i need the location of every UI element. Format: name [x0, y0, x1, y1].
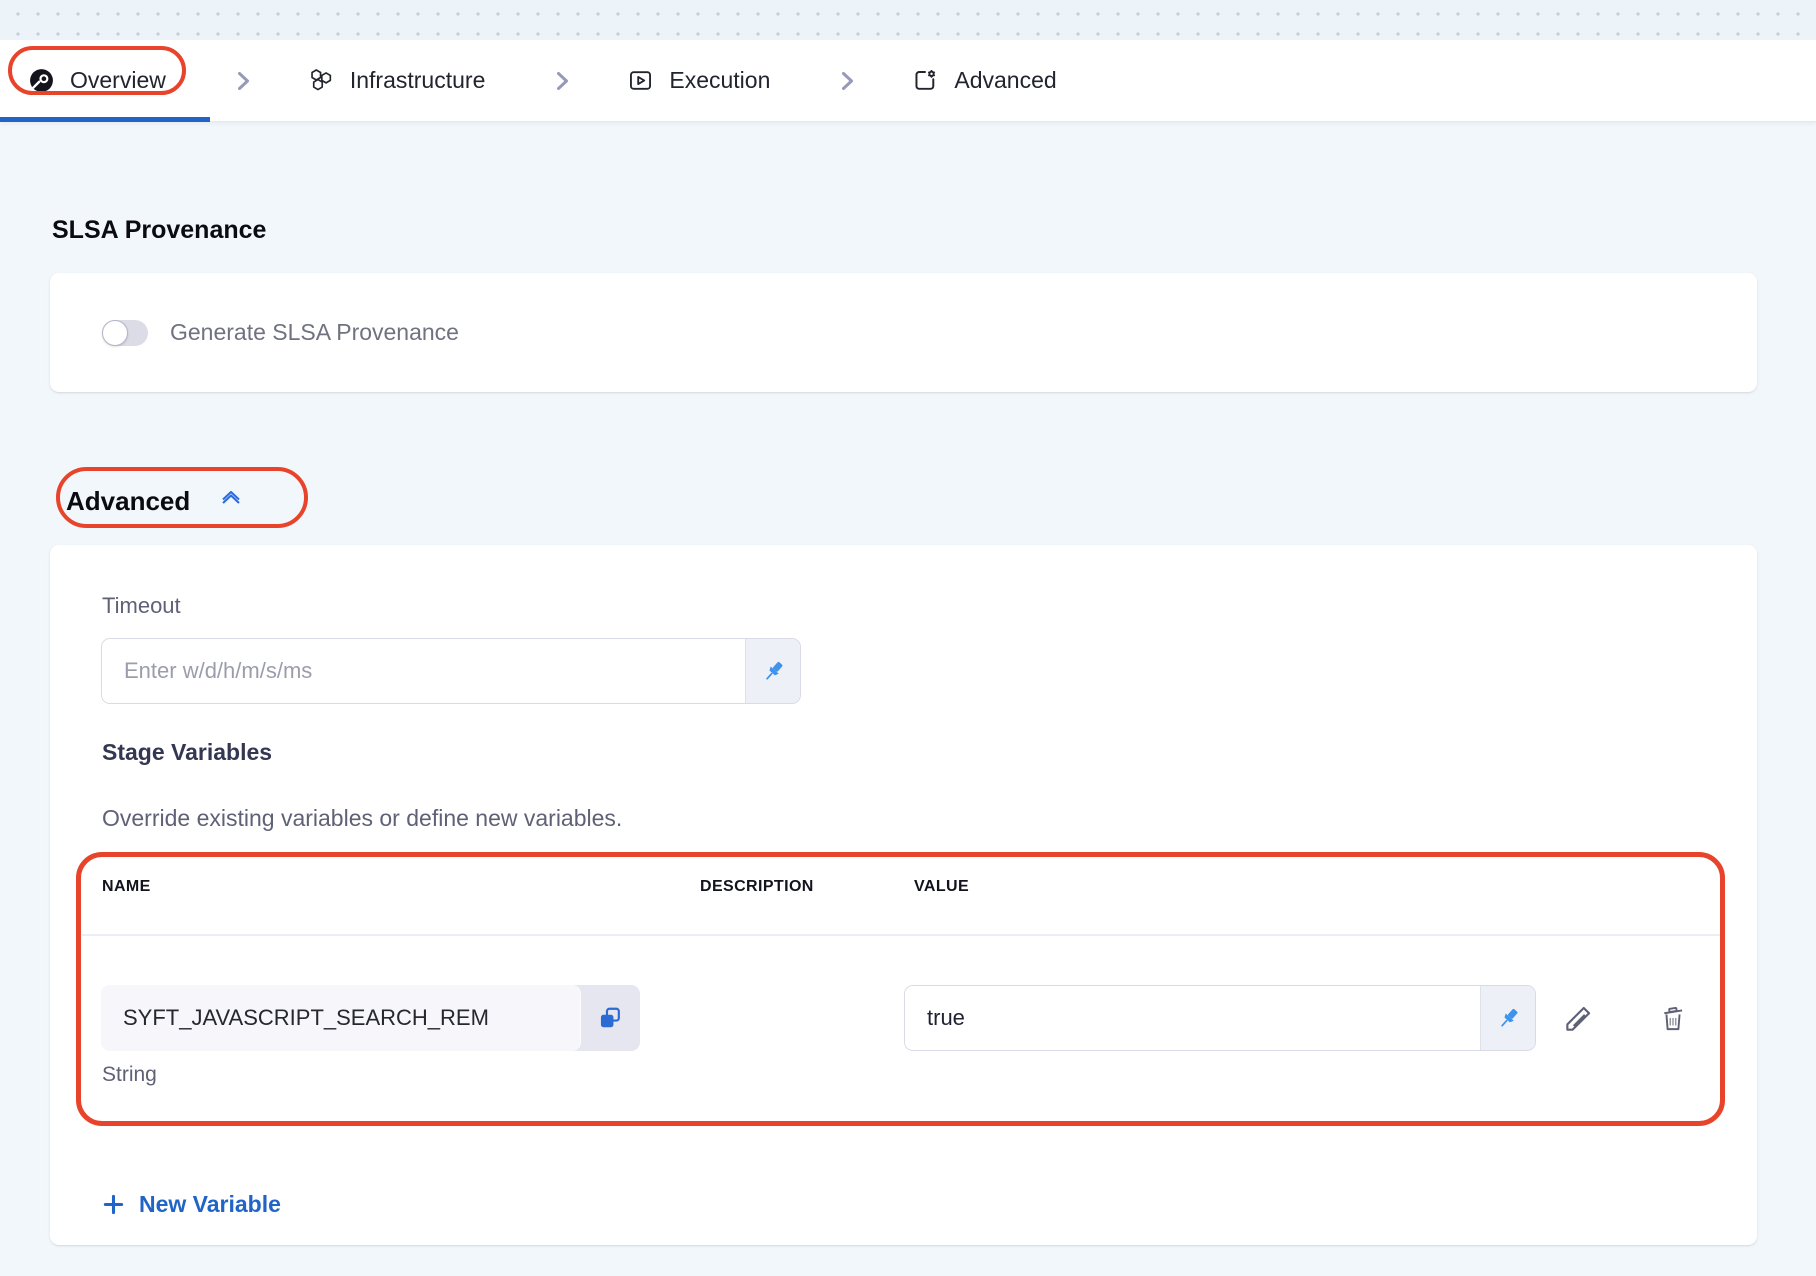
stage-configuration-page: Overview Infrastructure: [0, 0, 1816, 1276]
tab-overview-label: Overview: [70, 67, 166, 94]
plus-icon: [102, 1193, 125, 1216]
column-header-description: DESCRIPTION: [700, 878, 814, 896]
edit-variable-button[interactable]: [1558, 997, 1600, 1039]
dotted-background-strip: [0, 0, 1816, 40]
trash-icon: [1655, 1000, 1691, 1036]
generate-slsa-row: Generate SLSA Provenance: [102, 273, 459, 392]
variable-value-input[interactable]: [905, 986, 1480, 1050]
pin-icon: [1495, 1005, 1522, 1032]
execution-icon: [627, 67, 654, 94]
table-header-divider: [82, 934, 1720, 936]
chevron-up-icon[interactable]: [216, 485, 246, 518]
pin-icon: [760, 658, 787, 685]
tab-execution[interactable]: Execution: [627, 67, 770, 94]
variable-value-field: [904, 985, 1536, 1051]
advanced-section-title: Advanced: [66, 486, 190, 517]
new-variable-label: New Variable: [139, 1191, 281, 1218]
generate-slsa-label: Generate SLSA Provenance: [170, 319, 459, 346]
timeout-label: Timeout: [102, 593, 181, 619]
tab-infrastructure-label: Infrastructure: [350, 67, 486, 94]
stage-variables-heading: Stage Variables: [102, 739, 272, 766]
slsa-provenance-card: Generate SLSA Provenance: [50, 273, 1757, 392]
advanced-card: Timeout Stage Variables Override existin…: [50, 545, 1757, 1245]
toggle-knob: [102, 320, 128, 346]
generate-slsa-toggle[interactable]: [102, 320, 148, 346]
advanced-section-header[interactable]: Advanced: [66, 485, 246, 518]
tab-execution-label: Execution: [669, 67, 770, 94]
overview-icon: [28, 67, 55, 94]
column-header-value: VALUE: [914, 878, 969, 896]
variable-name-field: SYFT_JAVASCRIPT_SEARCH_REM: [101, 985, 640, 1051]
stage-tabbar: Overview Infrastructure: [0, 40, 1816, 122]
new-variable-button[interactable]: New Variable: [96, 1185, 287, 1224]
value-pin-button[interactable]: [1480, 986, 1535, 1050]
copy-variable-button[interactable]: [580, 985, 640, 1051]
timeout-pin-button[interactable]: [745, 639, 800, 703]
tab-advanced[interactable]: Advanced: [912, 67, 1056, 94]
stage-variables-description: Override existing variables or define ne…: [102, 805, 622, 832]
variable-name-pill[interactable]: SYFT_JAVASCRIPT_SEARCH_REM: [101, 985, 580, 1051]
tab-overview[interactable]: Overview: [28, 67, 166, 94]
chevron-right-icon: [549, 68, 575, 94]
chevron-right-icon: [230, 68, 256, 94]
advanced-gear-icon: [912, 67, 939, 94]
active-tab-underline: [0, 117, 210, 122]
infrastructure-icon: [308, 67, 335, 94]
timeout-field: [101, 638, 801, 704]
slsa-provenance-heading: SLSA Provenance: [52, 216, 266, 245]
chevron-right-icon: [834, 68, 860, 94]
tab-advanced-label: Advanced: [954, 67, 1056, 94]
delete-variable-button[interactable]: [1652, 997, 1694, 1039]
copy-icon: [596, 1004, 624, 1032]
column-header-name: NAME: [102, 878, 151, 896]
pencil-icon: [1561, 1000, 1597, 1036]
variable-type-label: String: [102, 1063, 157, 1087]
timeout-input[interactable]: [102, 639, 745, 703]
variable-name-text: SYFT_JAVASCRIPT_SEARCH_REM: [123, 1005, 489, 1031]
tab-infrastructure[interactable]: Infrastructure: [308, 67, 486, 94]
